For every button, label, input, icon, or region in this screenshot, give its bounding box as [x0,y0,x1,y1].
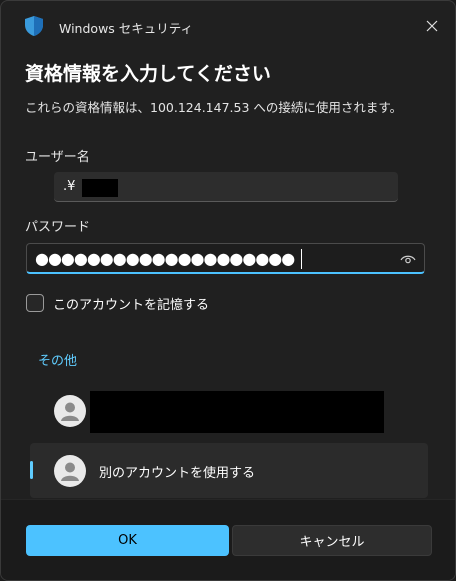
title-bar: Windows セキュリティ [1,1,455,49]
eye-icon[interactable] [399,250,417,268]
other-options-label: その他 [38,354,78,369]
username-label: ユーザー名 [25,150,90,165]
dialog-footer: OK キャンセル [1,499,455,580]
dialog-subtext: これらの資格情報は、100.124.147.53 への接続に使用されます。 [25,100,403,115]
password-field[interactable]: ●●●●●●●●●●●●●●●●●●●● [26,243,425,274]
password-masked-value: ●●●●●●●●●●●●●●●●●●●● [35,249,295,268]
account-option-redacted[interactable] [30,385,428,437]
cancel-button[interactable]: キャンセル [232,525,432,556]
user-avatar-icon [54,455,86,487]
remember-account-checkbox[interactable]: このアカウントを記憶する [26,292,209,314]
use-other-account-option[interactable]: 別のアカウントを使用する [30,443,428,498]
text-caret [301,249,302,269]
password-label: パスワード [25,220,91,235]
remember-account-label: このアカウントを記憶する [53,297,210,313]
window-title: Windows セキュリティ [59,21,194,36]
account-name-redaction [90,391,384,433]
shield-icon [25,16,43,36]
close-icon [426,20,438,32]
close-button[interactable] [419,13,445,39]
username-redaction [82,179,118,197]
dialog-heading: 資格情報を入力してください [25,63,271,85]
username-field[interactable]: .¥ [54,172,398,202]
user-avatar-icon [54,395,86,427]
use-other-account-label: 別のアカウントを使用する [99,466,256,481]
username-value: .¥ [63,179,76,194]
checkbox-box[interactable] [26,294,44,312]
ok-button[interactable]: OK [26,525,229,556]
selection-indicator [30,461,33,479]
credential-dialog: Windows セキュリティ 資格情報を入力してください これらの資格情報は、1… [0,0,456,581]
